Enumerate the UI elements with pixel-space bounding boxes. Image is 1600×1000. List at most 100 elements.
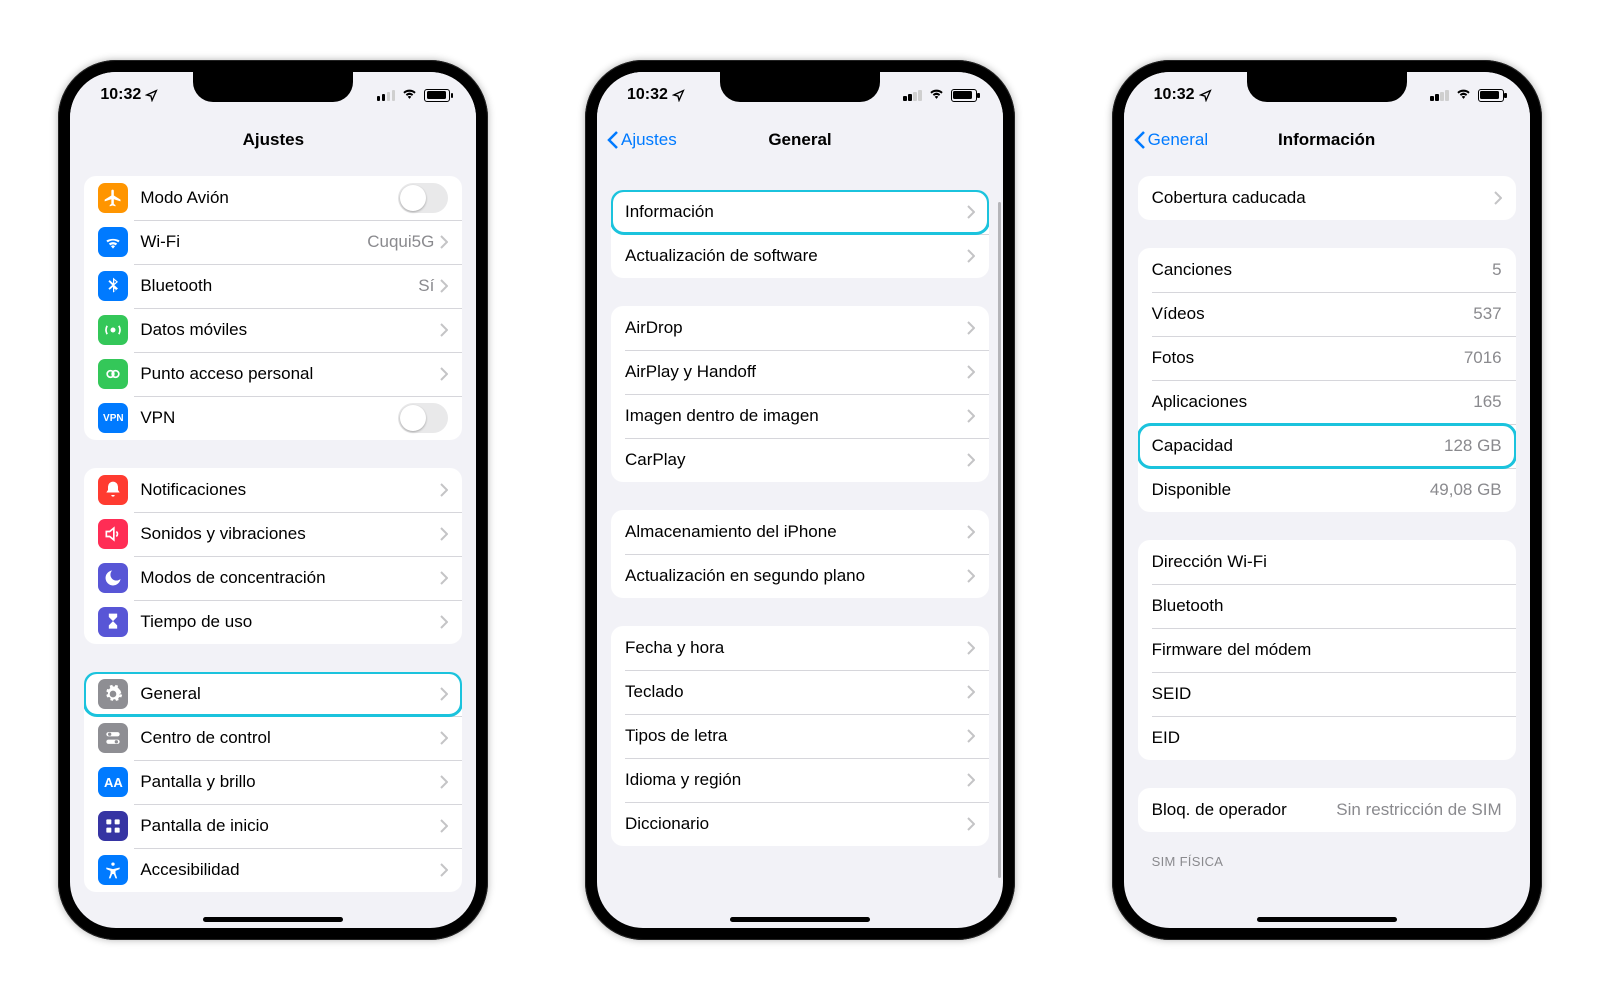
row-hotspot[interactable]: Punto acceso personal [84,352,462,396]
chevron-right-icon [967,773,975,787]
row-label: Capacidad [1152,436,1444,456]
row-bluetooth[interactable]: Bluetooth Sí [84,264,462,308]
row-label: Idioma y región [625,770,967,790]
row-control-center[interactable]: Centro de control [84,716,462,760]
display-icon: AA [98,767,128,797]
row-language[interactable]: Idioma y región [611,758,989,802]
row-label: EID [1152,728,1502,748]
row-videos: Vídeos 537 [1138,292,1516,336]
speaker-icon [98,519,128,549]
settings-content[interactable]: Modo Avión Wi-Fi Cuqui5G Bluetooth [70,162,476,928]
row-carplay[interactable]: CarPlay [611,438,989,482]
vpn-toggle[interactable] [398,403,448,433]
airplane-toggle[interactable] [398,183,448,213]
row-keyboard[interactable]: Teclado [611,670,989,714]
row-dictionary[interactable]: Diccionario [611,802,989,846]
general-group-3: Almacenamiento del iPhone Actualización … [611,510,989,598]
cellular-signal-icon [377,90,396,101]
row-value: 537 [1473,304,1501,324]
chevron-right-icon [440,731,448,745]
chevron-right-icon [440,615,448,629]
screen-1: 10:32 Ajustes [70,72,476,928]
phone-frame-3: 10:32 General Información Cobertura cadu… [1112,60,1542,940]
row-wifi[interactable]: Wi-Fi Cuqui5G [84,220,462,264]
row-label: Datos móviles [140,320,440,340]
row-label: Pantalla y brillo [140,772,440,792]
row-fonts[interactable]: Tipos de letra [611,714,989,758]
row-label: Modo Avión [140,188,398,208]
notch [193,72,353,102]
row-label: Pantalla de inicio [140,816,440,836]
chevron-right-icon [440,571,448,585]
row-apps: Aplicaciones 165 [1138,380,1516,424]
back-label: Ajustes [621,130,677,150]
row-songs: Canciones 5 [1138,248,1516,292]
row-label: CarPlay [625,450,967,470]
row-label: Sonidos y vibraciones [140,524,440,544]
row-sounds[interactable]: Sonidos y vibraciones [84,512,462,556]
wifi-icon [928,86,945,104]
row-airplay[interactable]: AirPlay y Handoff [611,350,989,394]
home-indicator[interactable] [1257,917,1397,922]
scroll-indicator[interactable] [998,202,1001,878]
row-bluetooth-address[interactable]: Bluetooth [1138,584,1516,628]
row-general[interactable]: General [84,672,462,716]
row-value: Sin restricción de SIM [1336,800,1501,820]
row-airplane-mode[interactable]: Modo Avión [84,176,462,220]
bluetooth-icon [98,271,128,301]
row-label: Teclado [625,682,967,702]
bluetooth-value: Sí [418,276,434,296]
wifi-icon [1455,86,1472,104]
row-label: Disponible [1152,480,1430,500]
row-label: Actualización en segundo plano [625,566,967,586]
row-notifications[interactable]: Notificaciones [84,468,462,512]
row-datetime[interactable]: Fecha y hora [611,626,989,670]
battery-icon [951,89,977,102]
row-label: Fotos [1152,348,1464,368]
chevron-right-icon [440,367,448,381]
switches-icon [98,723,128,753]
home-indicator[interactable] [730,917,870,922]
row-modem-firmware[interactable]: Firmware del módem [1138,628,1516,672]
row-seid[interactable]: SEID [1138,672,1516,716]
row-label: Punto acceso personal [140,364,440,384]
row-software-update[interactable]: Actualización de software [611,234,989,278]
general-content[interactable]: Información Actualización de software Ai… [597,162,1003,928]
chevron-right-icon [440,235,448,249]
row-carrier-lock: Bloq. de operador Sin restricción de SIM [1138,788,1516,832]
about-content[interactable]: Cobertura caducada Canciones 5 Vídeos 53… [1124,162,1530,928]
page-title: Ajustes [243,130,304,150]
row-screen-time[interactable]: Tiempo de uso [84,600,462,644]
row-label: Vídeos [1152,304,1474,324]
chevron-right-icon [440,775,448,789]
row-cellular[interactable]: Datos móviles [84,308,462,352]
chevron-right-icon [967,525,975,539]
row-label: Almacenamiento del iPhone [625,522,967,542]
chevron-right-icon [967,453,975,467]
row-coverage[interactable]: Cobertura caducada [1138,176,1516,220]
row-storage[interactable]: Almacenamiento del iPhone [611,510,989,554]
row-focus[interactable]: Modos de concentración [84,556,462,600]
back-button[interactable]: General [1134,118,1208,161]
back-button[interactable]: Ajustes [607,118,677,161]
cellular-icon [98,315,128,345]
row-background-refresh[interactable]: Actualización en segundo plano [611,554,989,598]
row-label: Wi-Fi [140,232,367,252]
row-wifi-address[interactable]: Dirección Wi-Fi [1138,540,1516,584]
general-group-1: Información Actualización de software [611,190,989,278]
row-value: 7016 [1464,348,1502,368]
row-pip[interactable]: Imagen dentro de imagen [611,394,989,438]
hourglass-icon [98,607,128,637]
chevron-right-icon [967,249,975,263]
row-home-screen[interactable]: Pantalla de inicio [84,804,462,848]
about-group-counts: Canciones 5 Vídeos 537 Fotos 7016 Aplica… [1138,248,1516,512]
home-indicator[interactable] [203,917,343,922]
navbar-general: Ajustes General [597,118,1003,162]
row-label: Centro de control [140,728,440,748]
row-accessibility[interactable]: Accesibilidad [84,848,462,892]
row-vpn[interactable]: VPN VPN [84,396,462,440]
row-airdrop[interactable]: AirDrop [611,306,989,350]
row-about[interactable]: Información [611,190,989,234]
row-display[interactable]: AA Pantalla y brillo [84,760,462,804]
row-eid[interactable]: EID [1138,716,1516,760]
